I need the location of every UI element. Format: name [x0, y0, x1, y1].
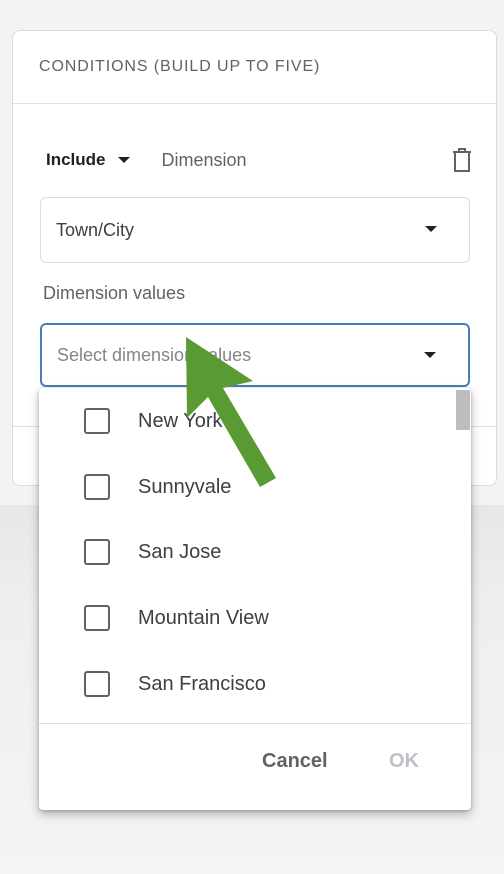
dimension-values-select[interactable]: Select dimension values [40, 323, 470, 387]
dimension-values-placeholder: Select dimension values [57, 344, 252, 365]
option-label: Sunnyvale [138, 475, 232, 498]
include-dropdown[interactable]: Include [46, 150, 130, 170]
option-label: New York [138, 409, 223, 432]
option-item[interactable]: Sunnyvale [39, 462, 439, 512]
option-item[interactable]: San Jose [39, 527, 439, 577]
checkbox[interactable] [84, 539, 110, 565]
ok-button[interactable]: OK [389, 750, 419, 773]
checkbox[interactable] [84, 605, 110, 631]
dimension-values-dropdown: New York Sunnyvale San Jose Mountain Vie… [39, 388, 471, 810]
trash-icon[interactable] [450, 147, 474, 173]
dimension-label: Dimension [161, 149, 247, 170]
caret-down-icon [425, 226, 437, 232]
dimension-select[interactable]: Town/City [40, 197, 470, 263]
scrollbar[interactable] [455, 388, 471, 450]
option-item[interactable]: New York [39, 396, 439, 446]
card-title: CONDITIONS (BUILD UP TO FIVE) [39, 58, 321, 75]
dimension-values-label: Dimension values [43, 283, 186, 303]
dropdown-divider [39, 723, 471, 724]
cancel-button[interactable]: Cancel [262, 750, 328, 773]
scrollbar-thumb[interactable] [456, 390, 470, 430]
option-label: San Francisco [138, 672, 266, 695]
card-header: CONDITIONS (BUILD UP TO FIVE) [13, 31, 496, 104]
checkbox[interactable] [84, 474, 110, 500]
caret-down-icon [424, 352, 436, 358]
checkbox[interactable] [84, 408, 110, 434]
option-item[interactable]: San Francisco [39, 659, 439, 709]
dimension-select-value: Town/City [56, 219, 135, 240]
checkbox[interactable] [84, 671, 110, 697]
option-label: Mountain View [138, 606, 269, 629]
option-item[interactable]: Mountain View [39, 593, 439, 643]
option-label: San Jose [138, 540, 222, 563]
condition-row: Include Dimension [46, 145, 476, 175]
include-label: Include [46, 150, 106, 169]
caret-down-icon [117, 157, 130, 163]
